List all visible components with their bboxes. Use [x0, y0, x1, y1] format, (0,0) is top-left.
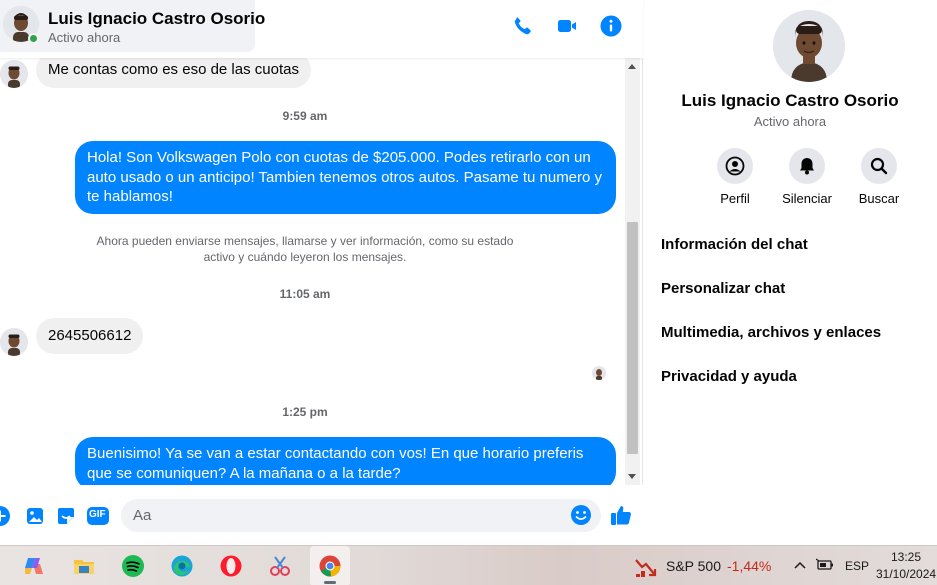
scroll-down-arrow[interactable] — [628, 474, 636, 479]
info-icon[interactable] — [599, 14, 623, 38]
mute-button[interactable]: Silenciar — [771, 148, 843, 206]
active-app-indicator — [324, 581, 336, 584]
message-composer: GIF Aa — [0, 485, 643, 545]
customize-chat-item[interactable]: Personalizar chat — [661, 280, 785, 297]
profile-name: Luis Ignacio Castro Osorio — [681, 91, 899, 110]
photo-icon[interactable] — [24, 505, 46, 527]
message-input-placeholder: Aa — [133, 507, 152, 524]
snipping-tool-icon[interactable] — [268, 554, 292, 578]
chat-window: Luis Ignacio Castro Osorio Activo ahora … — [0, 0, 643, 545]
chat-info-item[interactable]: Información del chat — [661, 236, 808, 253]
chevron-up-icon[interactable] — [792, 557, 808, 573]
clock-date[interactable]: 31/10/2024 — [876, 567, 936, 581]
message-timestamp: 1:25 pm — [282, 405, 328, 419]
message-timestamp: 9:59 am — [282, 109, 328, 123]
emoji-icon[interactable] — [570, 504, 592, 526]
seen-receipt-avatar — [592, 366, 606, 380]
incoming-message[interactable]: 2645506612 — [36, 318, 144, 354]
media-files-links-item[interactable]: Multimedia, archivos y enlaces — [661, 324, 881, 341]
stock-trend-down-icon[interactable] — [634, 555, 658, 579]
opera-icon[interactable] — [219, 554, 243, 578]
plus-icon[interactable] — [0, 505, 11, 527]
incoming-message[interactable]: Me contas como es eso de las cuotas — [36, 58, 311, 88]
profile-status: Activo ahora — [753, 114, 827, 129]
search-label: Buscar — [858, 191, 900, 206]
conversation-details-panel: Luis Ignacio Castro Osorio Activo ahora … — [643, 0, 937, 545]
profile-icon[interactable] — [717, 148, 753, 184]
conversation-contact[interactable]: Luis Ignacio Castro Osorio Activo ahora — [0, 0, 265, 52]
outgoing-message[interactable]: Buenisimo! Ya se van a estar contactando… — [75, 437, 616, 485]
profile-label: Perfil — [720, 191, 750, 206]
sender-avatar[interactable] — [0, 60, 28, 88]
mute-label: Silenciar — [782, 191, 832, 206]
windows-taskbar: S&P 500 -1,44% ESP 13:25 31/10/2024 — [0, 545, 937, 585]
outgoing-message[interactable]: Hola! Son Volkswagen Polo con cuotas de … — [75, 141, 616, 214]
gif-icon[interactable]: GIF — [86, 505, 110, 527]
scroll-thumb[interactable] — [627, 222, 638, 454]
phone-icon[interactable] — [511, 14, 535, 38]
message-scrollbar[interactable] — [625, 58, 640, 485]
stock-ticker-change[interactable]: -1,44% — [727, 558, 771, 574]
video-call-icon[interactable] — [555, 14, 579, 38]
battery-network-icon[interactable] — [815, 557, 834, 573]
chat-header: Luis Ignacio Castro Osorio Activo ahora — [0, 0, 643, 58]
thumbs-up-icon[interactable] — [609, 503, 633, 527]
edge-browser-icon[interactable] — [170, 554, 194, 578]
file-explorer-icon[interactable] — [72, 554, 96, 578]
sticker-icon[interactable] — [55, 505, 77, 527]
privacy-help-item[interactable]: Privacidad y ayuda — [661, 368, 797, 385]
profile-avatar[interactable] — [773, 10, 845, 82]
message-timestamp: 11:05 am — [279, 287, 331, 301]
system-notice: Ahora pueden enviarse mensajes, llamarse… — [96, 234, 514, 264]
contact-status: Activo ahora — [48, 30, 121, 45]
message-input[interactable]: Aa — [121, 499, 601, 532]
input-language[interactable]: ESP — [845, 559, 869, 573]
contact-name[interactable]: Luis Ignacio Castro Osorio — [48, 9, 265, 29]
sender-avatar[interactable] — [0, 328, 28, 356]
chrome-icon[interactable] — [318, 554, 342, 578]
spotify-icon[interactable] — [121, 554, 145, 578]
online-indicator — [28, 33, 39, 44]
scroll-up-arrow[interactable] — [628, 64, 636, 69]
clock-time[interactable]: 13:25 — [891, 550, 921, 564]
profile-button[interactable]: Perfil — [699, 148, 771, 206]
gif-label: GIF — [89, 509, 106, 520]
search-button[interactable]: Buscar — [843, 148, 915, 206]
copilot-icon[interactable] — [22, 554, 46, 578]
bell-icon[interactable] — [789, 148, 825, 184]
stock-ticker-name[interactable]: S&P 500 — [666, 558, 721, 574]
message-list[interactable]: Me contas como es eso de las cuotas 9:59… — [0, 58, 625, 485]
search-icon[interactable] — [861, 148, 897, 184]
